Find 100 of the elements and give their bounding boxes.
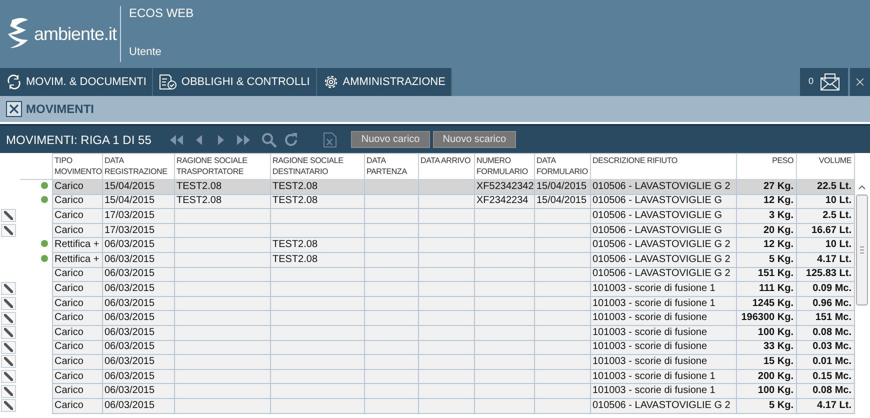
column-header[interactable]: DATA FORMULARIO	[534, 154, 590, 180]
table-cell: Carico	[52, 369, 102, 384]
edit-button[interactable]	[1, 209, 16, 222]
table-cell: 101003 - scorie di fusione 1	[590, 369, 736, 384]
user-label: Utente	[129, 44, 162, 60]
table-cell: 06/03/2015	[102, 267, 174, 282]
table-cell	[534, 354, 590, 370]
column-header[interactable]: VOLUME	[796, 154, 854, 180]
toolbar-button[interactable]: Nuovo carico	[351, 131, 430, 148]
table-cell	[418, 208, 474, 224]
toolbar-button[interactable]: Nuovo scarico	[432, 131, 516, 148]
document-check-icon	[159, 74, 178, 90]
edit-button[interactable]	[1, 399, 16, 412]
table-cell	[474, 208, 534, 224]
table-cell	[534, 310, 590, 326]
table-cell: 22.5 Lt.	[796, 180, 854, 194]
logo-text: ambiente.it	[34, 22, 117, 46]
table-cell: TEST2.08	[270, 238, 364, 252]
edit-button[interactable]	[1, 297, 16, 310]
table-cell: Carico	[52, 340, 102, 355]
table-cell: Carico	[52, 194, 102, 209]
column-header[interactable]: PESO	[736, 154, 796, 180]
table-cell	[418, 398, 474, 413]
column-header[interactable]: RAGIONE SOCIALE DESTINATARIO	[270, 154, 364, 180]
edit-button[interactable]	[1, 224, 16, 238]
edit-button[interactable]	[1, 282, 16, 296]
table-cell: 101003 - scorie di fusione 1	[590, 296, 736, 311]
table-cell	[534, 208, 590, 224]
table-cell: 125.83 Lt.	[796, 267, 854, 282]
table-cell	[364, 180, 418, 194]
table-cell	[418, 180, 474, 194]
table-cell: 20 Kg.	[736, 223, 796, 238]
notifications-button[interactable]: 0	[800, 68, 848, 96]
table-cell: 101003 - scorie di fusione	[590, 325, 736, 340]
table-cell	[474, 310, 534, 326]
table-cell: 0.15 Mc.	[796, 369, 854, 384]
table-cell: 15/04/2015	[534, 180, 590, 194]
close-icon[interactable]	[6, 101, 22, 117]
table-cell: 4.17 Lt.	[796, 398, 854, 413]
edit-button[interactable]	[1, 355, 16, 368]
table-cell: 151 Mc.	[796, 310, 854, 326]
table-cell	[364, 267, 418, 282]
table-cell: 4.17 Lt.	[796, 252, 854, 268]
edit-button[interactable]	[1, 326, 16, 340]
column-header[interactable]: DATA ARRIVO	[418, 154, 474, 180]
table-cell	[418, 310, 474, 326]
table-cell: 0.08 Mc.	[796, 384, 854, 398]
app-title: ECOS WEB	[129, 5, 194, 22]
table-cell	[418, 194, 474, 209]
nav-tab[interactable]: MOVIM. & DOCUMENTI	[0, 68, 154, 96]
table-cell	[474, 340, 534, 355]
table-cell: Carico	[52, 208, 102, 224]
table-cell	[534, 325, 590, 340]
table-cell	[418, 282, 474, 296]
table-cell: 10 Lt.	[796, 238, 854, 252]
refresh-icon	[6, 74, 22, 90]
table-cell: Carico	[52, 325, 102, 340]
table-cell	[418, 296, 474, 311]
table-cell	[534, 384, 590, 398]
table-cell: 15/04/2015	[102, 180, 174, 194]
edit-button[interactable]	[1, 312, 16, 325]
table-cell: Carico	[52, 384, 102, 398]
table-cell: Rettifica +	[52, 238, 102, 252]
table-cell	[534, 369, 590, 384]
table-cell: Carico	[52, 310, 102, 326]
table-cell	[364, 310, 418, 326]
table-cell	[474, 238, 534, 252]
table-cell	[534, 296, 590, 311]
table-cell	[534, 267, 590, 282]
table-cell	[364, 369, 418, 384]
column-header[interactable]: DATA PARTENZA	[364, 154, 418, 180]
table-cell: 010506 - LAVASTOVIGLIE G	[590, 208, 736, 224]
table-cell	[364, 398, 418, 413]
settings-icon	[322, 74, 339, 90]
table-cell: 17/03/2015	[102, 208, 174, 224]
table-cell	[474, 252, 534, 268]
close-button[interactable]	[850, 68, 870, 96]
column-header[interactable]: DESCRIZIONE RIFIUTO	[590, 154, 736, 180]
table-cell	[474, 354, 534, 370]
column-header[interactable]: NUMERO FORMULARIO	[474, 154, 534, 180]
edit-button[interactable]	[1, 340, 16, 354]
refresh-icon[interactable]	[283, 132, 300, 148]
table-cell: 151 Kg.	[736, 267, 796, 282]
record-label: MOVIMENTI: RIGA 1 DI 55	[6, 132, 152, 148]
column-header[interactable]: RAGIONE SOCIALE TRASPORTATORE	[174, 154, 270, 180]
table-cell: 15/04/2015	[102, 194, 174, 209]
nav-tab[interactable]: AMMINISTRAZIONE	[316, 68, 452, 96]
table-cell: 100 Kg.	[736, 325, 796, 340]
table-cell	[364, 384, 418, 398]
table-cell: 06/03/2015	[102, 252, 174, 268]
table-cell: Carico	[52, 267, 102, 282]
edit-button[interactable]	[1, 384, 16, 398]
table-cell: TEST2.08	[174, 180, 270, 194]
edit-button[interactable]	[1, 370, 16, 384]
search-icon[interactable]	[261, 132, 278, 148]
table-cell: 06/03/2015	[102, 340, 174, 355]
nav-tab[interactable]: OBBLIGHI & CONTROLLI	[153, 68, 317, 96]
column-header[interactable]: TIPO MOVIMENTO	[52, 154, 102, 180]
table-cell: 06/03/2015	[102, 238, 174, 252]
column-header[interactable]: DATA REGISTRAZIONE	[102, 154, 174, 180]
